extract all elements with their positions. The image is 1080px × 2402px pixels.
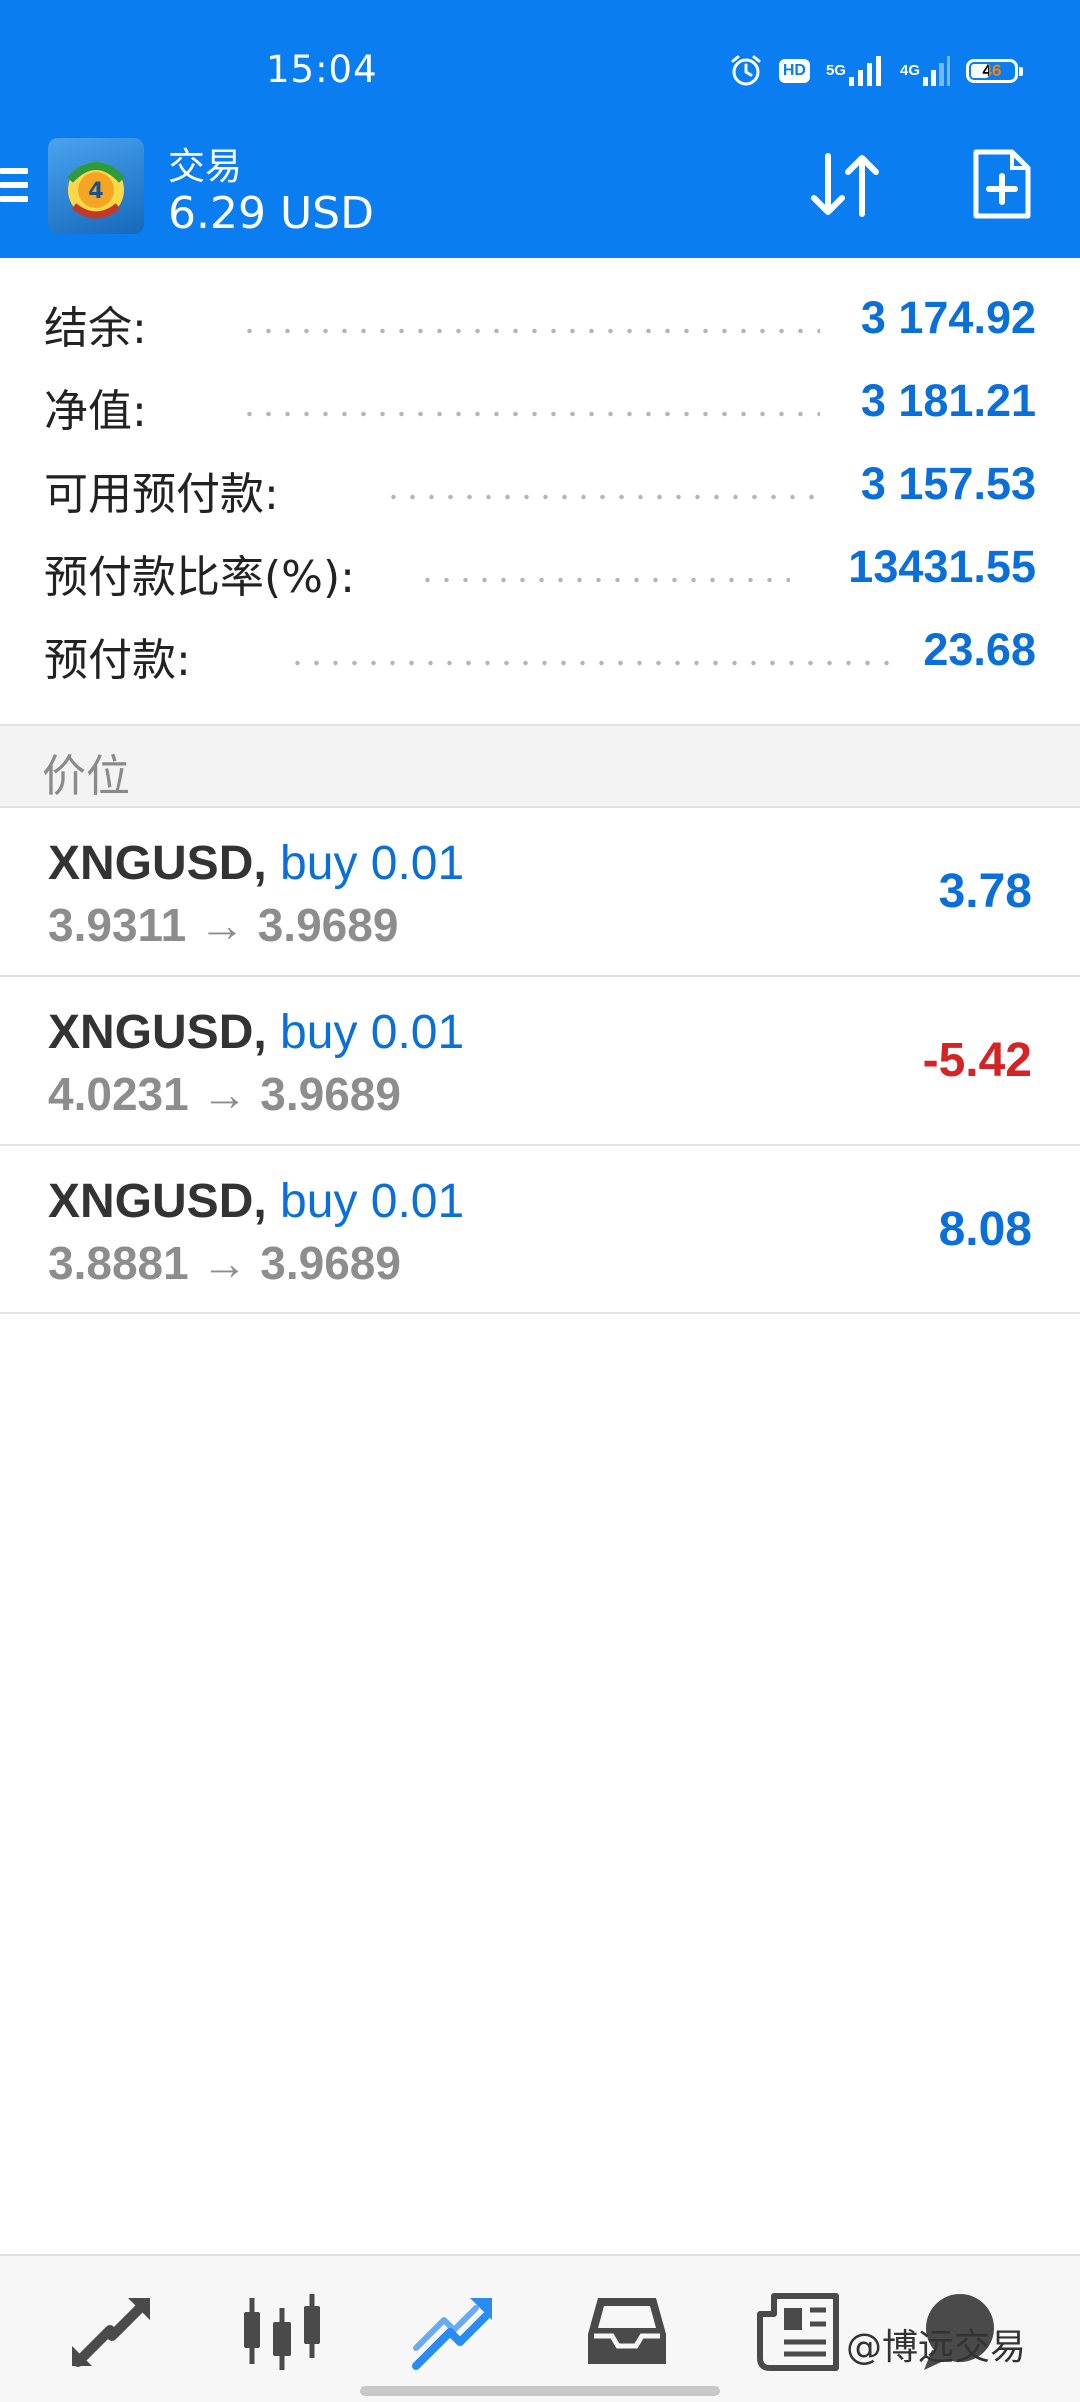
summary-value: 3 157.53 — [860, 458, 1036, 509]
account-summary: 结余: 3 174.92 净值: 3 181.21 可用预付款: 3 157.5… — [0, 258, 1080, 724]
page-title: 交易 — [168, 145, 242, 188]
dot-leader — [240, 411, 820, 417]
dot-leader — [384, 494, 820, 500]
section-title: 价位 — [42, 751, 130, 802]
signal-4g-icon: 4G — [900, 55, 950, 87]
chart-icon[interactable] — [240, 2292, 326, 2372]
history-icon[interactable] — [584, 2292, 670, 2372]
status-bar: 15:04 HD 5G 4G 46 — [0, 0, 1080, 128]
position-row[interactable]: XNGUSD, buy 0.01 4.0231 → 3.9689 -5.42 — [0, 977, 1080, 1143]
summary-label: 预付款比率(%): — [44, 541, 355, 605]
summary-row-balance: 结余: 3 174.92 — [0, 284, 1080, 356]
dot-leader — [418, 577, 790, 583]
summary-row-equity: 净值: 3 181.21 — [0, 367, 1080, 439]
position-row[interactable]: XNGUSD, buy 0.01 3.8881 → 3.9689 8.08 — [0, 1146, 1080, 1312]
battery-icon: 46 — [966, 59, 1023, 83]
signal-5g-icon: 5G — [826, 55, 884, 87]
news-icon[interactable] — [756, 2292, 842, 2372]
section-header-positions: 价位 — [0, 726, 1080, 806]
position-profit: 8.08 — [938, 1203, 1032, 1256]
position-side: buy 0.01 — [280, 1006, 465, 1059]
summary-label: 净值: — [44, 375, 147, 439]
position-side: buy 0.01 — [280, 1175, 465, 1228]
position-prices: 3.9311 → 3.9689 — [48, 899, 399, 951]
menu-icon[interactable] — [0, 162, 30, 212]
summary-label: 可用预付款: — [44, 458, 279, 522]
summary-value: 3 174.92 — [860, 292, 1036, 343]
position-symbol: XNGUSD, — [48, 837, 267, 890]
position-symbol: XNGUSD, — [48, 1175, 267, 1228]
metatrader-logo-icon: 4 — [48, 138, 144, 234]
position-symbol: XNGUSD, — [48, 1006, 267, 1059]
home-indicator[interactable] — [360, 2386, 720, 2396]
position-side: buy 0.01 — [280, 837, 465, 890]
trade-icon[interactable] — [412, 2292, 498, 2372]
position-profit: -5.42 — [922, 1034, 1032, 1087]
alarm-icon — [729, 54, 763, 88]
new-order-icon[interactable] — [972, 148, 1032, 220]
app-bar: 4 交易 6.29 USD — [0, 128, 1080, 258]
dot-leader — [240, 328, 820, 334]
summary-value: 3 181.21 — [860, 375, 1036, 426]
watermark: @博远交易 — [846, 2327, 1027, 2368]
divider — [0, 1312, 1080, 1314]
position-profit: 3.78 — [938, 865, 1032, 918]
status-icons: HD 5G 4G 46 — [729, 52, 1023, 90]
profit-total: 6.29 USD — [168, 188, 374, 239]
position-prices: 3.8881 → 3.9689 — [48, 1237, 401, 1289]
dot-leader — [288, 660, 890, 666]
hd-icon: HD — [778, 59, 810, 83]
status-time: 15:04 — [266, 48, 378, 91]
sort-icon[interactable] — [806, 150, 884, 220]
summary-label: 预付款: — [44, 624, 191, 688]
position-prices: 4.0231 → 3.9689 — [48, 1068, 401, 1120]
position-row[interactable]: XNGUSD, buy 0.01 3.9311 → 3.9689 3.78 — [0, 808, 1080, 974]
summary-row-free-margin: 可用预付款: 3 157.53 — [0, 450, 1080, 522]
quotes-icon[interactable] — [68, 2292, 154, 2372]
summary-row-margin: 预付款: 23.68 — [0, 616, 1080, 688]
summary-value: 23.68 — [923, 624, 1036, 675]
summary-value: 13431.55 — [848, 541, 1036, 592]
summary-row-margin-level: 预付款比率(%): 13431.55 — [0, 533, 1080, 605]
summary-label: 结余: — [44, 292, 147, 356]
svg-text:4: 4 — [88, 179, 103, 204]
bottom-nav: @博远交易 — [0, 2254, 1080, 2402]
